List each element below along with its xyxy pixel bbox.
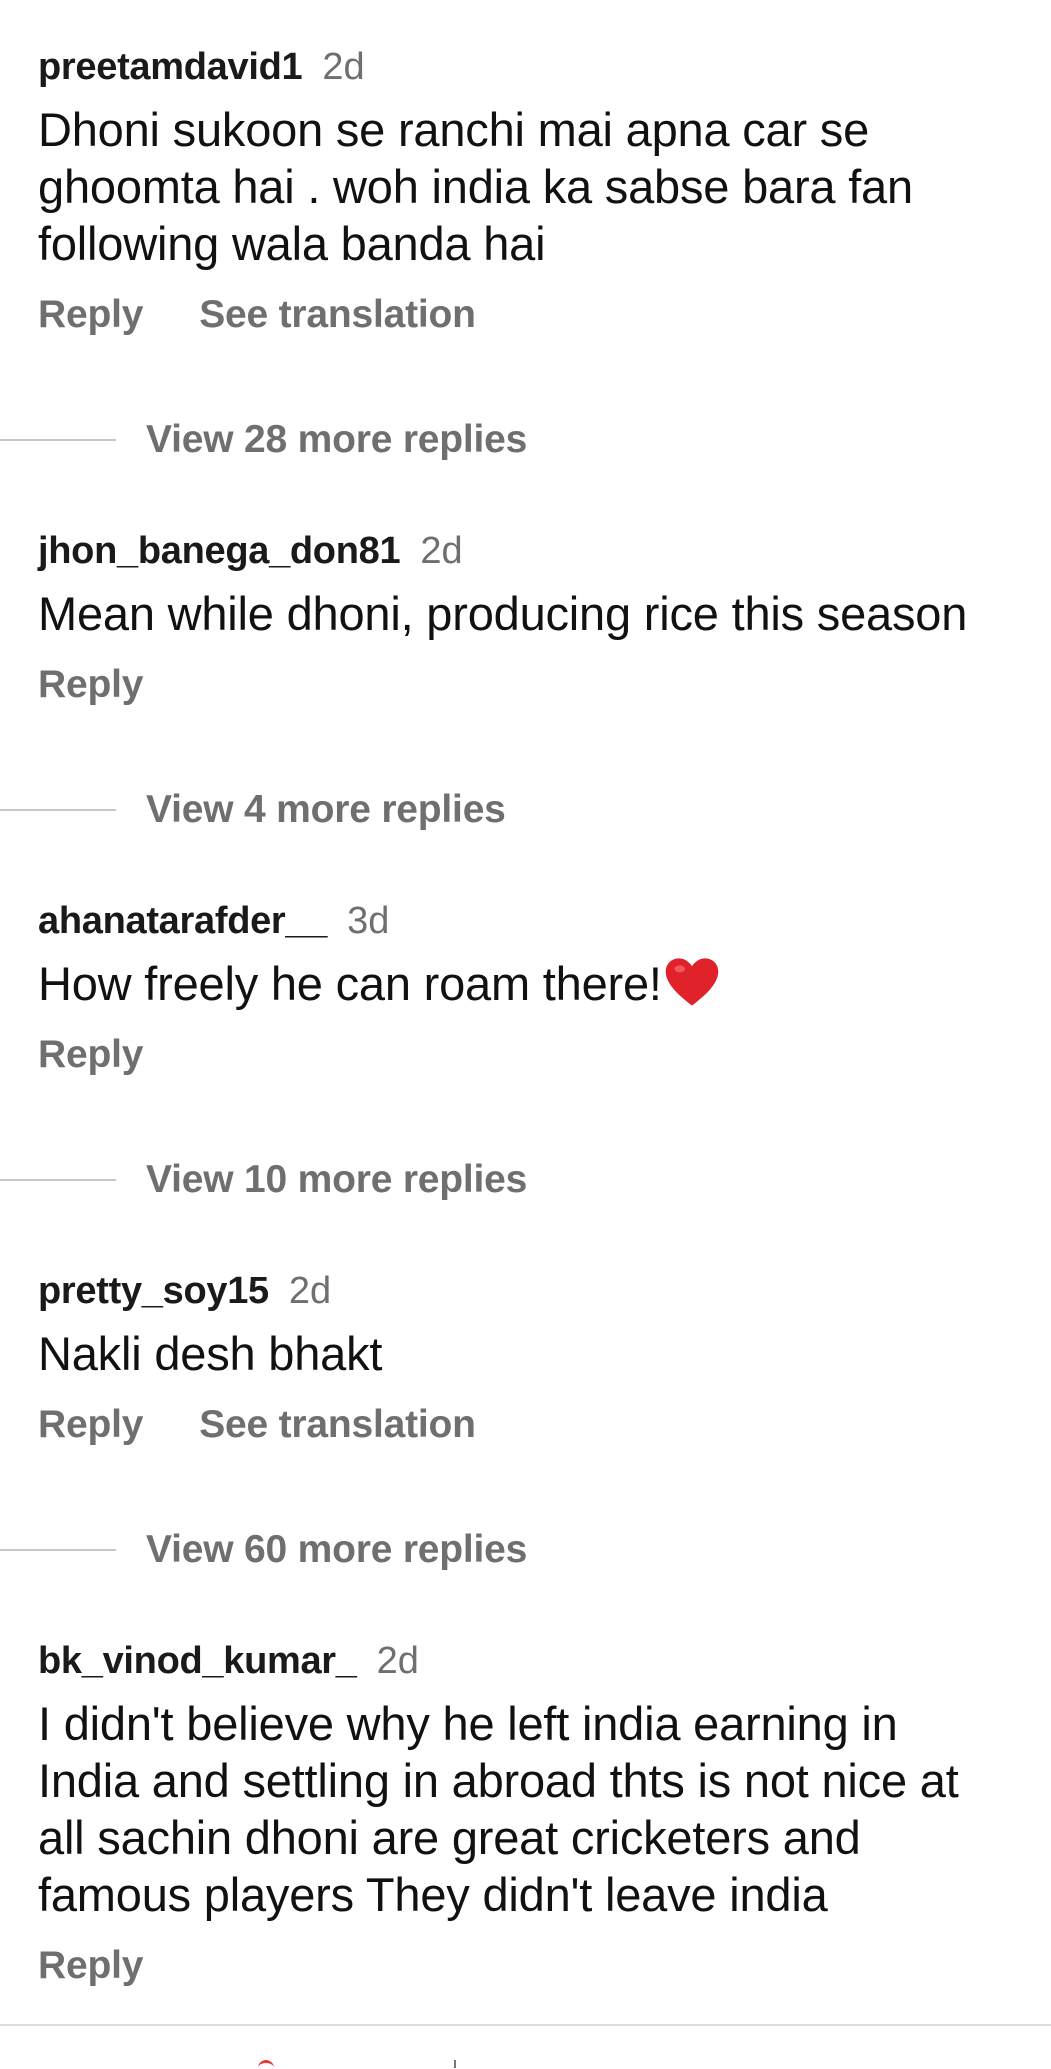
comment-header: preetamdavid1 2d [38,46,1031,89]
timestamp: 2d [322,46,365,88]
comment-header: pretty_soy15 2d [38,1270,1031,1313]
comment: ahanatarafder__ 3d How freely he can roa… [38,900,1031,1080]
comment-text-line: Nakli desh bhakt [38,1327,383,1380]
reply-button[interactable]: Reply [38,1944,143,1988]
reply-button[interactable]: Reply [38,1403,143,1447]
comment-text-line: India and settling in abroad thts is not… [38,1754,959,1807]
timestamp: 2d [420,530,463,572]
view-replies-button[interactable]: View 60 more replies [146,1528,527,1572]
comment-text-content: How freely he can roam there! [38,957,662,1010]
comment-actions: Reply See translation [38,1400,1031,1450]
replies-divider-line [0,1549,116,1551]
comment: pretty_soy15 2d Nakli desh bhakt Reply S… [38,1270,1031,1450]
timestamp: 2d [288,1270,332,1312]
action-icon[interactable] [454,2060,456,2068]
replies-divider-line [0,439,116,441]
view-replies-row: View 10 more replies [0,1155,527,1205]
comment-text-line: How freely he can roam there! [38,955,1031,1012]
replies-divider-line [0,809,116,811]
comment: preetamdavid1 2d Dhoni sukoon se ranchi … [38,46,1031,340]
username[interactable]: preetamdavid1 [38,46,303,89]
username[interactable]: bk_vinod_kumar_ [38,1640,357,1683]
view-replies-row: View 4 more replies [0,785,506,835]
reply-button[interactable]: Reply [38,293,143,337]
red-heart-icon [665,958,719,1006]
view-replies-button[interactable]: View 4 more replies [146,788,506,832]
comment-header: jhon_banega_don81 2d [38,530,1031,573]
comment-text: I didn't believe why he left india earni… [38,1695,1031,1923]
username[interactable]: ahanatarafder__ [38,900,327,943]
comment: jhon_banega_don81 2d Mean while dhoni, p… [38,530,1031,710]
see-translation-button[interactable]: See translation [199,293,476,337]
comment-actions: Reply See translation [38,290,1031,340]
username[interactable]: jhon_banega_don81 [38,530,401,573]
comment-header: ahanatarafder__ 3d [38,900,1031,943]
comment-text-line: following wala banda hai [38,217,546,270]
view-replies-button[interactable]: View 28 more replies [146,418,527,462]
username[interactable]: pretty_soy15 [38,1270,269,1313]
comment: bk_vinod_kumar_ 2d I didn't believe why … [38,1640,1031,1991]
comment-text-line: I didn't believe why he left india earni… [38,1697,898,1750]
comment-text: Nakli desh bhakt [38,1325,1031,1382]
reply-button[interactable]: Reply [38,1033,143,1077]
reply-button[interactable]: Reply [38,663,143,707]
comment-text: Dhoni sukoon se ranchi mai apna car se g… [38,101,1031,272]
comment-text-line: all sachin dhoni are great cricketers an… [38,1811,861,1864]
timestamp: 2d [376,1640,419,1682]
comment-actions: Reply [38,1941,1031,1991]
comment-actions: Reply [38,1030,1031,1080]
comment-text: Mean while dhoni, producing rice this se… [38,585,1031,642]
comment-text-line: famous players They didn't leave india [38,1868,828,1921]
bottom-divider [0,2024,1051,2026]
comment-text-line: Dhoni sukoon se ranchi mai apna car se [38,103,870,156]
comment-actions: Reply [38,660,1031,710]
comment-header: bk_vinod_kumar_ 2d [38,1640,1031,1683]
view-replies-button[interactable]: View 10 more replies [146,1158,527,1202]
view-replies-row: View 28 more replies [0,415,527,465]
view-replies-row: View 60 more replies [0,1525,527,1575]
comment-text: How freely he can roam there! [38,955,1031,1012]
comment-text-line: ghoomta hai . woh india ka sabse bara fa… [38,160,913,213]
comment-text-line: Mean while dhoni, producing rice this se… [38,587,968,640]
replies-divider-line [0,1179,116,1181]
see-translation-button[interactable]: See translation [199,1403,476,1447]
timestamp: 3d [347,900,390,942]
bottom-bar-peek [0,2060,1051,2068]
